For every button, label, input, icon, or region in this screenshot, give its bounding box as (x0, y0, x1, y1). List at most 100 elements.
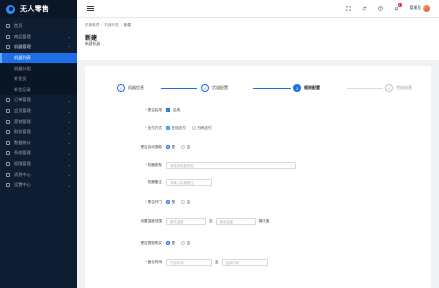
sidebar-item-stats[interactable]: 数据统计 ⌄ (0, 138, 77, 149)
business-start-input[interactable]: 开始时间 (166, 258, 212, 266)
sidebar-item-settings[interactable]: 设置中心 ⌄ (0, 180, 77, 191)
form-label: 机器备注 (85, 180, 166, 185)
pay-mode-option-online[interactable]: 在线支付 (166, 126, 186, 131)
fullscreen-icon[interactable] (345, 6, 351, 11)
step-1: ✓ 机器信息 (117, 84, 144, 92)
sidebar-item-label: 设置中心 (14, 182, 31, 188)
marketing-icon (6, 119, 10, 124)
sidebar-item-machine[interactable]: 机器管理 ⌃ (0, 42, 77, 53)
sidebar-item-label: 机器管理 (14, 44, 31, 50)
header-actions: 1 管理员 (345, 3, 439, 12)
sidebar-subitem-machine-list[interactable]: 机器列表 (0, 52, 77, 64)
sidebar-item-label: 权限管理 (14, 161, 31, 167)
enable-checkbox[interactable]: ✓ (166, 108, 170, 112)
sidebar-item-home[interactable]: 首页 (0, 21, 77, 32)
chevron-down-icon: ⌄ (67, 150, 71, 156)
sidebar-subitem-machine-group[interactable]: 机器分组 (0, 63, 77, 74)
temp-min-placeholder: 最低温度 (170, 219, 184, 224)
form-row-open-door: *是否开门 是 否 (85, 197, 431, 207)
form-row-auto-refund: 是否自动退款 是 否 (85, 142, 431, 152)
sale-limit-option-no[interactable]: 否 (181, 241, 190, 246)
radio-icon (166, 126, 170, 130)
form-row-remark: 机器备注 请输入机器备注 (85, 177, 431, 187)
sidebar-item-label: 财务管理 (14, 129, 31, 135)
step-connector (253, 88, 291, 89)
breadcrumb: 机器管理 / 机器列表 / 新建 (85, 23, 131, 28)
system-icon (6, 151, 10, 156)
temp-max-input[interactable]: 最高温度 (215, 217, 256, 225)
radio-icon (166, 200, 170, 204)
page-subtitle: 新建机器 (85, 42, 101, 46)
member-icon (6, 109, 10, 114)
form-card: ✓ 机器信息 ✓ 货道配置 3 规则配置 4 完成创建 *是否启用 ✓ 启用 *… (85, 66, 431, 288)
sidebar-item-label: 营销管理 (14, 118, 31, 124)
auto-refund-option-no[interactable]: 否 (181, 145, 190, 150)
open-door-label: 是否开门 (147, 199, 162, 204)
check-icon: ✓ (201, 84, 209, 92)
step-connector (161, 88, 197, 89)
sidebar-item-permission[interactable]: 权限管理 ⌄ (0, 159, 77, 170)
option-label: 否 (186, 144, 191, 149)
sidebar-item-member[interactable]: 会员管理 ⌄ (0, 106, 77, 117)
required-mark: * (145, 107, 147, 112)
menu-toggle-icon[interactable] (87, 6, 94, 11)
remark-input[interactable]: 请输入机器备注 (166, 178, 212, 186)
step-label: 机器信息 (128, 85, 144, 90)
form-label: *营业时间 (85, 260, 166, 265)
sidebar-item-label: 数据统计 (14, 139, 31, 145)
step-3: 3 规则配置 (293, 84, 320, 92)
range-separator: 至 (209, 218, 213, 223)
breadcrumb-item[interactable]: 机器管理 (85, 23, 99, 28)
temp-range-label: 设置温度范围 (140, 218, 162, 223)
refresh-icon[interactable] (362, 6, 367, 11)
breadcrumb-item: 新建 (123, 23, 131, 27)
option-label: 是 (171, 199, 176, 204)
machine-type-select[interactable]: 请选择机器类型 ⌄ (166, 161, 296, 169)
help-icon[interactable] (377, 6, 383, 11)
sidebar-item-goods[interactable]: 商品管理 ⌄ (0, 32, 77, 43)
notification-badge: 1 (397, 3, 402, 7)
open-door-option-no[interactable]: 否 (181, 200, 190, 205)
temp-min-input[interactable]: 最低温度 (166, 217, 206, 225)
sidebar-item-label: 会员管理 (14, 108, 31, 114)
sidebar-item-message[interactable]: 消息中心 ⌄ (0, 169, 77, 180)
radio-icon (181, 241, 186, 245)
auto-refund-option-yes[interactable]: 是 (166, 145, 175, 150)
step-4: 4 完成创建 (385, 84, 412, 92)
bell-icon[interactable]: 1 (394, 3, 402, 11)
top-header: 1 管理员 (77, 0, 439, 18)
form-row-sale-limit: 是否限制购买 是 否 (85, 238, 431, 248)
form-label: *是否开门 (85, 200, 166, 205)
form-label: *机器类型 (85, 163, 166, 168)
form-label: *是否启用 (85, 108, 166, 113)
business-time-label: 营业时间 (147, 259, 162, 264)
radio-icon (166, 241, 170, 245)
check-icon: ✓ (117, 84, 125, 92)
sidebar-subitem-replenish-record[interactable]: 补货记录 (0, 84, 77, 96)
remark-label: 机器备注 (147, 179, 162, 184)
breadcrumb-separator: / (101, 23, 103, 27)
breadcrumb-item[interactable]: 机器列表 (104, 23, 118, 28)
form-row-enable: *是否启用 ✓ 启用 (85, 105, 431, 115)
form-row-temp-range: 设置温度范围 最低温度 至 最高温度 摄氏度 (85, 216, 431, 226)
business-end-input[interactable]: 结束时间 (221, 258, 268, 266)
brand: 无人零售 (0, 0, 77, 18)
pay-mode-option-scan[interactable]: 扫码支付 (191, 126, 212, 131)
sidebar-item-finance[interactable]: 财务管理 ⌄ (0, 127, 77, 138)
required-mark: * (145, 162, 147, 167)
sidebar-menu: 首页 商品管理 ⌄ 机器管理 ⌃ 机器列表 机器分组 补货员 补货记录 订单管理… (0, 18, 77, 191)
temp-max-placeholder: 最高温度 (219, 219, 234, 224)
enable-option-label: 启用 (173, 107, 181, 112)
option-label: 否 (186, 199, 191, 204)
open-door-option-yes[interactable]: 是 (166, 200, 175, 205)
sidebar-subitem-replenisher[interactable]: 补货员 (0, 73, 77, 85)
sidebar-item-system[interactable]: 系统管理 ⌄ (0, 148, 77, 159)
user-menu[interactable]: 管理员 (410, 5, 430, 12)
message-icon (6, 172, 10, 177)
sidebar-item-order[interactable]: 订单管理 ⌄ (0, 95, 77, 106)
business-time-control: 开始时间 至 结束时间 (166, 258, 268, 266)
machine-icon (6, 45, 10, 50)
required-mark: * (145, 259, 147, 264)
sale-limit-option-yes[interactable]: 是 (166, 241, 175, 246)
sidebar-item-marketing[interactable]: 营销管理 ⌄ (0, 116, 77, 127)
